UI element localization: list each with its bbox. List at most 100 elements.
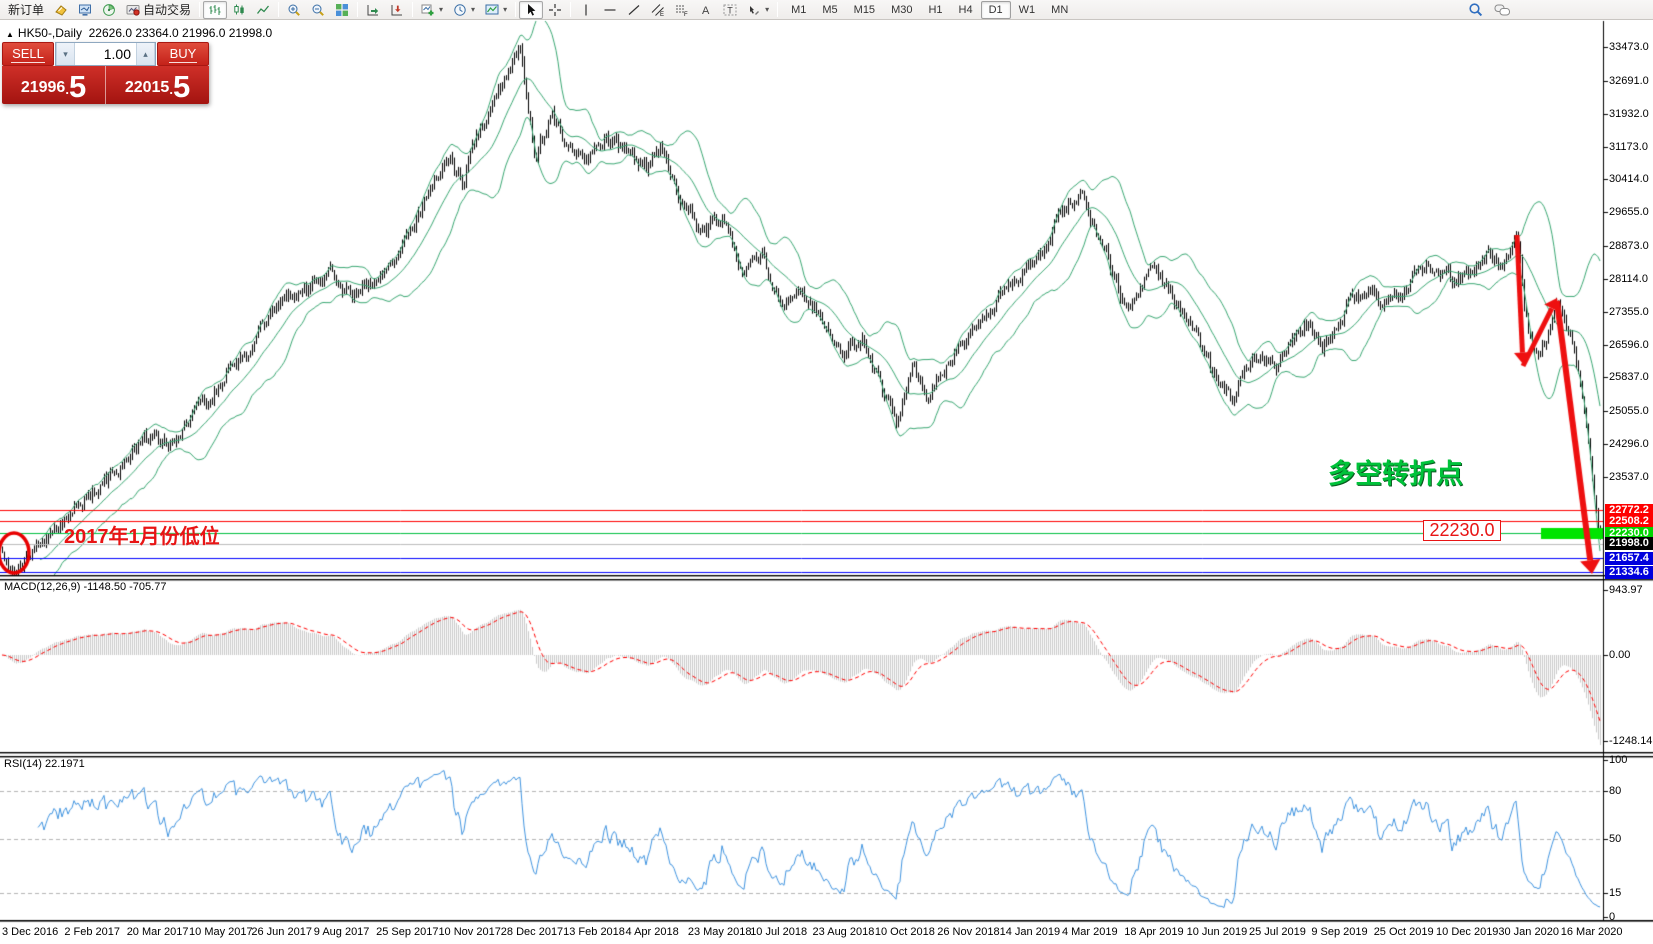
level-price-box: 22230.0 [1423, 520, 1501, 541]
price-tick-label: 26596.0 [1609, 339, 1649, 351]
sell-button[interactable]: SELL [2, 42, 54, 66]
date-tick-label: 13 Feb 2018 [563, 926, 625, 938]
tile-windows-button[interactable] [330, 1, 354, 19]
toolbar-separator [777, 2, 778, 17]
periods-button[interactable]: ▾ [448, 1, 480, 19]
date-tick-label: 9 Aug 2017 [314, 926, 370, 938]
toolbar-separator [357, 2, 358, 17]
volume-increase-button[interactable]: ▴ [136, 43, 155, 65]
date-tick-label: 23 May 2018 [688, 926, 752, 938]
auto-scroll-button[interactable] [361, 1, 385, 19]
chat-icon[interactable] [1494, 2, 1511, 21]
buy-price[interactable]: 22015.5 [105, 66, 209, 104]
arrows-tool-button[interactable]: ▾ [742, 1, 774, 19]
timeframe-MN[interactable]: MN [1043, 1, 1076, 19]
sell-price[interactable]: 21996.5 [2, 66, 105, 104]
candlestick-mode-button[interactable] [227, 1, 251, 19]
price-tick-label: 24296.0 [1609, 438, 1649, 450]
chart-shift-button[interactable] [385, 1, 409, 19]
date-tick-label: 10 Nov 2017 [438, 926, 500, 938]
buy-button[interactable]: BUY [157, 42, 209, 66]
timeframe-W1[interactable]: W1 [1011, 1, 1044, 19]
autotrading-button[interactable]: 自动交易 [121, 1, 196, 19]
date-tick-label: 9 Sep 2019 [1311, 926, 1367, 938]
indicators-button[interactable]: ▾ [416, 1, 448, 19]
fibonacci-tool-button[interactable]: F [670, 1, 694, 19]
date-tick-label: 23 Aug 2018 [813, 926, 875, 938]
main-toolbar: 新订单 自动交易 [0, 0, 1653, 20]
rsi-tick-label: 100 [1609, 754, 1627, 766]
timeframe-D1[interactable]: D1 [981, 1, 1011, 19]
price-tick-label: 25055.0 [1609, 405, 1649, 417]
trendline-tool-button[interactable] [622, 1, 646, 19]
toolbar-separator [199, 2, 200, 17]
svg-text:A: A [702, 5, 710, 17]
date-tick-label: 2 Feb 2017 [64, 926, 120, 938]
autotrading-label: 自动交易 [143, 1, 191, 18]
market-watch-icon[interactable] [73, 1, 97, 19]
date-tick-label: 25 Jul 2019 [1249, 926, 1306, 938]
price-tick-label: 29655.0 [1609, 206, 1649, 218]
one-click-trading-panel: SELL ▾ ▴ BUY 21996.5 22015.5 [2, 42, 209, 104]
price-tick-label: 28114.0 [1609, 273, 1648, 285]
price-tick-label: 30414.0 [1609, 173, 1649, 185]
buy-price-frac: 5 [173, 72, 190, 101]
one-click-collapse-arrow[interactable]: ▲ [6, 30, 14, 39]
trade-panel-prices: 21996.5 22015.5 [2, 66, 209, 104]
macd-tick-label: 0.00 [1609, 649, 1630, 661]
annotation-turning-point: 多空转折点 [1328, 452, 1463, 491]
radar-icon[interactable] [97, 1, 121, 19]
date-tick-label: 10 Dec 2019 [1436, 926, 1498, 938]
level-price-label: 21998.0 [1605, 537, 1653, 550]
dropdown-caret: ▾ [471, 5, 475, 14]
zoom-out-button[interactable] [306, 1, 330, 19]
price-tick-label: 23537.0 [1609, 471, 1649, 483]
timeframe-H1[interactable]: H1 [920, 1, 950, 19]
bar-chart-mode-button[interactable] [203, 1, 227, 19]
price-tick-label: 31173.0 [1609, 141, 1648, 153]
price-tick-label: 25837.0 [1609, 371, 1649, 383]
search-icon[interactable] [1468, 2, 1484, 21]
vertical-line-tool-button[interactable] [574, 1, 598, 19]
price-tick-label: 27355.0 [1609, 306, 1649, 318]
level-price-label: 21657.4 [1605, 552, 1653, 565]
crosshair-tool-button[interactable] [543, 1, 567, 19]
sell-button-label: SELL [11, 46, 45, 63]
timeframe-M30[interactable]: M30 [883, 1, 920, 19]
sell-price-int: 21996 [21, 75, 66, 101]
date-tick-label: 10 May 2017 [189, 926, 253, 938]
price-tick-label: 32691.0 [1609, 75, 1649, 87]
text-tool-button[interactable]: A [694, 1, 718, 19]
svg-text:T: T [727, 5, 733, 15]
timeframe-M15[interactable]: M15 [846, 1, 883, 19]
autotrading-icon [126, 3, 140, 17]
macd-tick-label: 943.97 [1609, 584, 1643, 596]
timeframe-H4[interactable]: H4 [951, 1, 981, 19]
line-chart-mode-button[interactable] [251, 1, 275, 19]
svg-text:E: E [660, 12, 664, 17]
timeframe-toolbar: M1M5M15M30H1H4D1W1MN [783, 1, 1076, 19]
timeframe-M5[interactable]: M5 [814, 1, 845, 19]
zoom-in-button[interactable] [282, 1, 306, 19]
history-book-icon[interactable] [49, 1, 73, 19]
volume-decrease-button[interactable]: ▾ [56, 43, 75, 65]
text-label-tool-button[interactable]: T [718, 1, 742, 19]
date-tick-label: 10 Jun 2019 [1187, 926, 1248, 938]
horizontal-line-tool-button[interactable] [598, 1, 622, 19]
price-tick-label: 31932.0 [1609, 108, 1649, 120]
date-tick-label: 20 Mar 2017 [127, 926, 189, 938]
dropdown-caret: ▾ [503, 5, 507, 14]
new-order-button[interactable]: 新订单 [3, 1, 49, 19]
level-price-label: 21334.6 [1605, 566, 1653, 579]
volume-input[interactable] [75, 43, 136, 65]
macd-indicator-label: MACD(12,26,9) -1148.50 -705.77 [4, 581, 166, 593]
cursor-tool-button[interactable] [519, 1, 543, 19]
date-tick-label: 18 Apr 2019 [1124, 926, 1183, 938]
timeframe-M1[interactable]: M1 [783, 1, 814, 19]
equidistant-channel-tool-button[interactable]: E [646, 1, 670, 19]
rsi-tick-label: 80 [1609, 785, 1621, 797]
rsi-tick-label: 15 [1609, 887, 1621, 899]
templates-button[interactable]: ▾ [480, 1, 512, 19]
date-tick-label: 16 Mar 2020 [1561, 926, 1623, 938]
mt4-window: 新订单 自动交易 [0, 0, 1653, 944]
